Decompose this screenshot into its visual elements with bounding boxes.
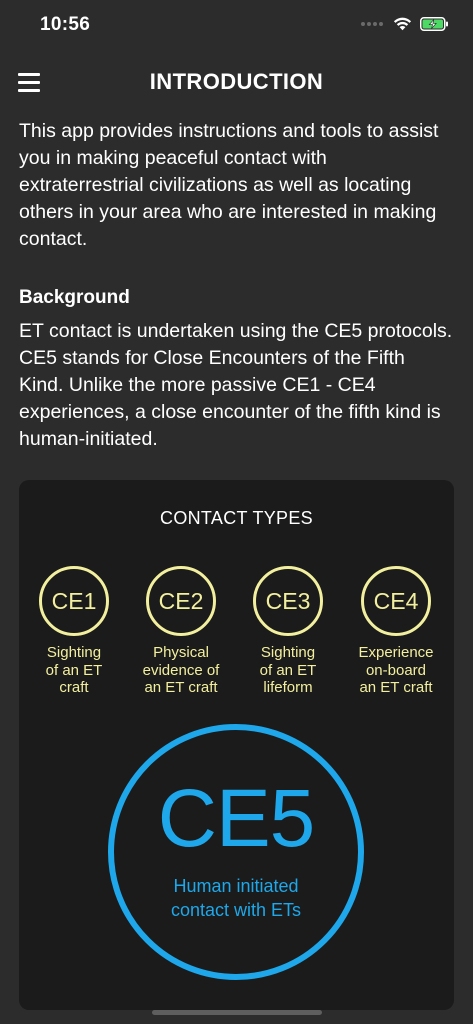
ce1-circle: CE1: [39, 566, 109, 636]
main-content: This app provides instructions and tools…: [19, 118, 454, 453]
battery-charging-icon: [420, 17, 448, 31]
status-time: 10:56: [40, 14, 91, 35]
ce2-item: CE2 Physical evidence of an ET craft: [126, 566, 236, 697]
page-title: INTRODUCTION: [149, 69, 324, 94]
contact-types-card: CONTACT TYPES CE1 Sighting of an ET craf…: [19, 480, 454, 1010]
ce3-circle: CE3: [253, 566, 323, 636]
contact-types-title: CONTACT TYPES: [160, 508, 313, 528]
ce2-circle: CE2: [146, 566, 216, 636]
navigation-bar: INTRODUCTION: [0, 52, 473, 114]
ce5-label: CE5: [157, 773, 316, 864]
signal-icon: [361, 22, 383, 26]
status-icons: [361, 17, 449, 31]
ce3-item: CE3 Sighting of an ET lifeform: [233, 566, 343, 697]
ce2-description: Physical evidence of an ET craft: [142, 644, 220, 696]
ce1-item: CE1 Sighting of an ET craft: [19, 566, 129, 697]
ce3-description: Sighting of an ET lifeform: [259, 644, 317, 696]
ce4-circle: CE4: [361, 566, 431, 636]
home-indicator: [152, 1010, 322, 1015]
ce4-description: Experience on-board an ET craft: [358, 644, 434, 696]
background-paragraph: ET contact is undertaken using the CE5 p…: [19, 320, 453, 450]
background-heading: Background: [19, 287, 130, 308]
ce5-circle: CE5 Human initiated contact with ETs: [108, 724, 364, 980]
status-bar: 10:56: [0, 0, 473, 52]
ce1-description: Sighting of an ET craft: [45, 644, 103, 696]
ce5-description: Human initiated contact with ETs: [170, 876, 302, 920]
wifi-icon: [393, 17, 412, 31]
ce4-item: CE4 Experience on-board an ET craft: [341, 566, 451, 697]
intro-paragraph: This app provides instructions and tools…: [19, 120, 439, 250]
